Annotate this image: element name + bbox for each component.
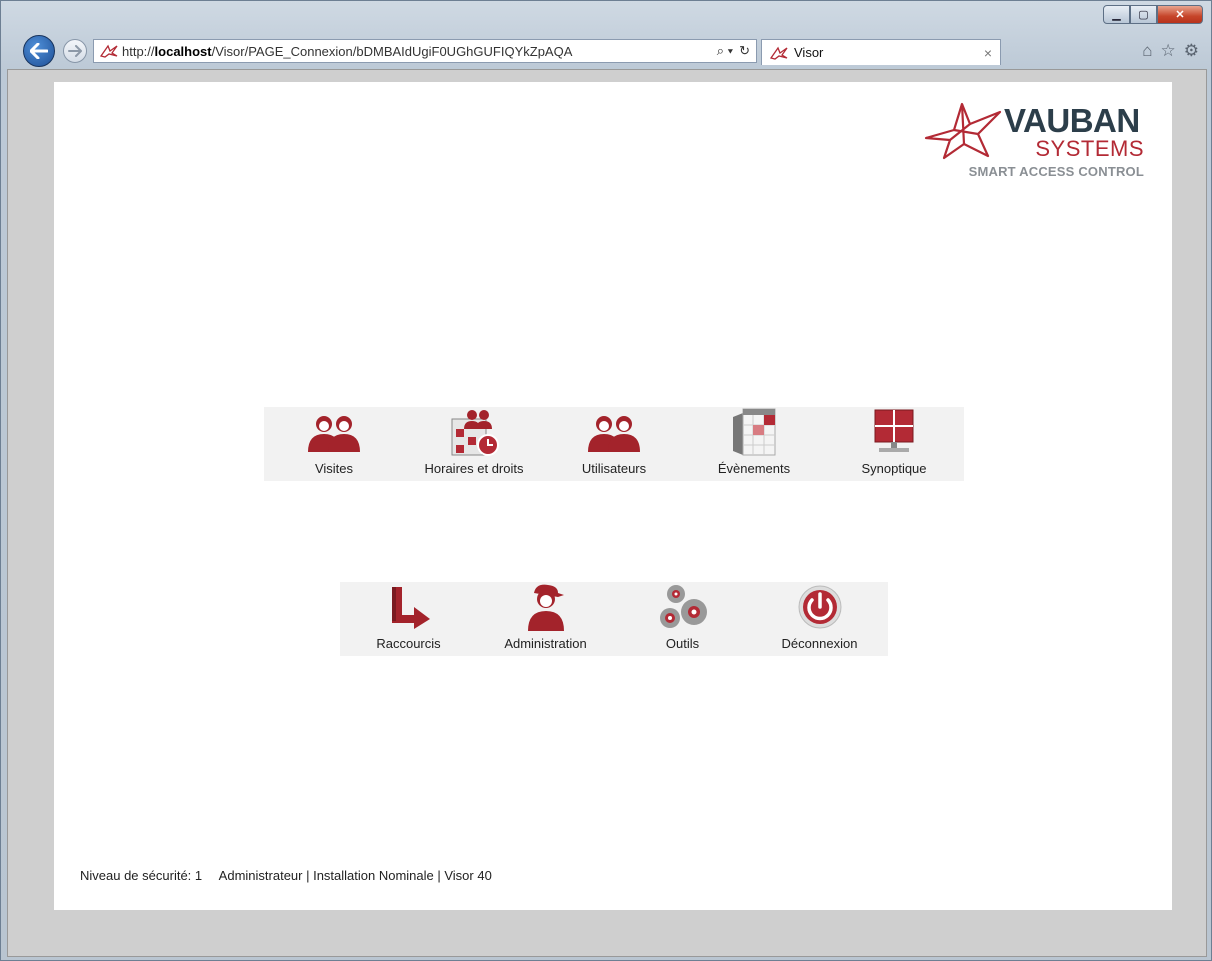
- url-path: /Visor/PAGE_Connexion/bDMBAIdUgiF0UGhGUF…: [211, 43, 573, 59]
- menu-item-outils[interactable]: Outils: [614, 582, 751, 656]
- browser-toolbar-icons: ⌂ ☆ ⚙: [1142, 41, 1199, 61]
- url-text[interactable]: http://localhost/Visor/PAGE_Connexion/bD…: [122, 44, 717, 59]
- tab-favicon-icon: [770, 46, 788, 60]
- menu-item-synoptique[interactable]: Synoptique: [824, 407, 964, 481]
- vauban-star-icon: [924, 102, 1002, 160]
- back-arrow-icon: [30, 43, 48, 59]
- tab-visor[interactable]: Visor ×: [761, 39, 1001, 65]
- browser-viewport: VAUBAN SYSTEMS SMART ACCESS CONTROL Visi…: [7, 69, 1207, 957]
- maximize-button[interactable]: ▢: [1130, 5, 1157, 24]
- url-host: localhost: [154, 43, 212, 59]
- tab-close-icon[interactable]: ×: [976, 45, 1000, 61]
- logo-tagline: SMART ACCESS CONTROL: [968, 164, 1144, 179]
- search-dropdown-icon[interactable]: ⌕ ▾: [717, 43, 733, 59]
- power-icon: [790, 582, 850, 632]
- menu-item-utilisateurs[interactable]: Utilisateurs: [544, 407, 684, 481]
- logo-systems: SYSTEMS: [1035, 136, 1144, 161]
- shortcut-arrow-icon: [379, 582, 439, 632]
- security-level-value: 1: [194, 868, 203, 883]
- schedule-rights-icon: [444, 407, 504, 457]
- browser-window: ▁ ▢ ✕ http://localhost/Visor/PAGE_Connex…: [0, 0, 1212, 961]
- forward-arrow-icon: [68, 45, 82, 57]
- menu-item-horaires-et-droits[interactable]: Horaires et droits: [404, 407, 544, 481]
- menu-label: Horaires et droits: [424, 461, 524, 476]
- menu-label: Visites: [314, 461, 354, 476]
- tab-title: Visor: [794, 45, 824, 60]
- menu-label: Outils: [665, 636, 700, 651]
- address-bar[interactable]: http://localhost/Visor/PAGE_Connexion/bD…: [93, 39, 757, 63]
- page-content: VAUBAN SYSTEMS SMART ACCESS CONTROL Visi…: [54, 82, 1172, 910]
- menu-label: Évènements: [717, 461, 791, 476]
- events-calendar-icon: [724, 407, 784, 457]
- gears-icon: [653, 582, 713, 632]
- menu-label: Déconnexion: [781, 636, 858, 651]
- users-icon: [584, 407, 644, 457]
- menu-item-administration[interactable]: Administration: [477, 582, 614, 656]
- window-caption-buttons: ▁ ▢ ✕: [1103, 5, 1203, 24]
- back-button[interactable]: [23, 35, 55, 67]
- menu-item-evenements[interactable]: Évènements: [684, 407, 824, 481]
- site-favicon-icon: [100, 44, 118, 58]
- background-window-blur: [1, 1, 1101, 31]
- main-menu-row-1: Visites Horaires et droits Utilisateurs …: [264, 407, 964, 481]
- menu-label: Raccourcis: [376, 636, 441, 651]
- menu-item-deconnexion[interactable]: Déconnexion: [751, 582, 888, 656]
- visitors-users-icon: [304, 407, 364, 457]
- main-menu-row-2: Raccourcis Administration Outils Déconne…: [340, 582, 888, 656]
- menu-label: Utilisateurs: [581, 461, 647, 476]
- settings-gear-icon[interactable]: ⚙: [1184, 41, 1199, 61]
- refresh-icon[interactable]: ↻: [739, 43, 750, 59]
- url-prefix: http://: [122, 43, 155, 59]
- minimize-button[interactable]: ▁: [1103, 5, 1130, 24]
- menu-label: Administration: [504, 636, 587, 651]
- favorites-star-icon[interactable]: ☆: [1161, 41, 1176, 61]
- close-window-button[interactable]: ✕: [1157, 5, 1203, 24]
- menu-label: Synoptique: [861, 461, 927, 476]
- admin-user-icon: [516, 582, 576, 632]
- home-icon[interactable]: ⌂: [1142, 41, 1152, 61]
- menu-item-visites[interactable]: Visites: [264, 407, 404, 481]
- status-footer: Niveau de sécurité: 1 Administrateur | I…: [80, 868, 492, 883]
- security-level-label: Niveau de sécurité:: [80, 868, 192, 883]
- menu-item-raccourcis[interactable]: Raccourcis: [340, 582, 477, 656]
- synoptic-monitor-icon: [864, 407, 924, 457]
- logo-brand: VAUBAN: [1004, 102, 1140, 139]
- status-text: Administrateur | Installation Nominale |…: [218, 868, 492, 883]
- forward-button[interactable]: [63, 39, 87, 63]
- vauban-logo: VAUBAN SYSTEMS SMART ACCESS CONTROL: [924, 100, 1154, 190]
